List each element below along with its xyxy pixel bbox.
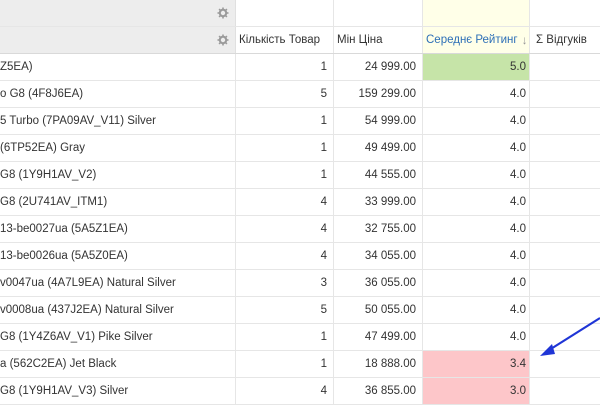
column-header-rating[interactable]: Середнє Рейтинг ↓ [423,27,530,53]
rating-cell: 4.0 [423,297,530,323]
price-cell: 33 999.00 [334,189,423,215]
qty-cell: 1 [236,351,334,377]
reviews-cell [530,108,600,134]
row-name-cell: 13-be0026ua (5A5Z0EA) [0,243,236,269]
header-filter-row [0,0,600,27]
rating-cell: 4.0 [423,108,530,134]
rating-cell: 4.0 [423,243,530,269]
row-header-area [0,0,236,26]
qty-cell: 1 [236,108,334,134]
qty-cell: 1 [236,162,334,188]
rating-cell: 4.0 [423,324,530,350]
price-cell: 24 999.00 [334,54,423,80]
row-name-cell: 13-be0027ua (5A5Z1EA) [0,216,236,242]
column-header-rating-label: Середнє Рейтинг [426,34,518,46]
row-name-cell: G8 (2U741AV_ITM1) [0,189,236,215]
row-name-cell: v0047ua (4A7L9EA) Natural Silver [0,270,236,296]
rating-cell: 4.0 [423,189,530,215]
header-filter-qty [236,0,334,26]
price-cell: 36 055.00 [334,270,423,296]
qty-cell: 1 [236,324,334,350]
qty-cell: 1 [236,135,334,161]
qty-cell: 4 [236,189,334,215]
qty-cell: 3 [236,270,334,296]
rating-cell: 4.0 [423,162,530,188]
price-cell: 18 888.00 [334,351,423,377]
table-row[interactable]: 13-be0026ua (5A5Z0EA) 4 34 055.00 4.0 [0,243,600,270]
column-header-reviews-label: Σ Відгуків [536,34,587,46]
table-row[interactable]: (6TP52EA) Gray 1 49 499.00 4.0 [0,135,600,162]
table-row[interactable]: 5 Turbo (7PA09AV_V11) Silver 1 54 999.00 4.… [0,108,600,135]
row-name-cell: a (562C2EA) Jet Black [0,351,236,377]
column-header-reviews[interactable]: Σ Відгуків [530,27,600,53]
price-cell: 44 555.00 [334,162,423,188]
table-row[interactable]: o G8 (4F8J6EA) 5 159 299.00 4.0 [0,81,600,108]
column-header-qty[interactable]: Кількість Товар [236,27,334,53]
price-cell: 50 055.00 [334,297,423,323]
rating-cell: 4.0 [423,135,530,161]
rating-cell: 4.0 [423,216,530,242]
price-cell: 159 299.00 [334,81,423,107]
row-name-cell: v0008ua (437J2EA) Natural Silver [0,297,236,323]
table-row[interactable]: G8 (1Y9H1AV_V3) Silver 4 36 855.00 3.0 [0,378,600,405]
row-name-cell: G8 (1Y9H1AV_V2) [0,162,236,188]
table-row[interactable]: Z5EA) 1 24 999.00 5.0 [0,54,600,81]
column-header-price[interactable]: Мін Ціна [334,27,423,53]
reviews-cell [530,216,600,242]
table-row[interactable]: v0047ua (4A7L9EA) Natural Silver 3 36 055.… [0,270,600,297]
table-row[interactable]: a (562C2EA) Jet Black 1 18 888.00 3.4 [0,351,600,378]
header-filter-rating [423,0,530,26]
reviews-cell [530,81,600,107]
row-name-cell: G8 (1Y4Z6AV_V1) Pike Silver [0,324,236,350]
gear-icon[interactable] [217,7,229,19]
price-cell: 54 999.00 [334,108,423,134]
reviews-cell [530,162,600,188]
header-filter-price [334,0,423,26]
table-row[interactable]: v0008ua (437J2EA) Natural Silver 5 50 055.… [0,297,600,324]
price-cell: 32 755.00 [334,216,423,242]
reviews-cell [530,270,600,296]
rating-cell: 4.0 [423,270,530,296]
reviews-cell [530,378,600,404]
qty-cell: 4 [236,378,334,404]
pivot-table: Кількість Товар Мін Ціна Середнє Рейтинг… [0,0,600,405]
price-cell: 47 499.00 [334,324,423,350]
qty-cell: 1 [236,54,334,80]
column-header-qty-label: Кількість Товар [239,34,321,46]
rating-cell: 4.0 [423,81,530,107]
table-row[interactable]: G8 (2U741AV_ITM1) 4 33 999.00 4.0 [0,189,600,216]
qty-cell: 4 [236,243,334,269]
reviews-cell [530,54,600,80]
reviews-cell [530,135,600,161]
row-header-area-2 [0,27,236,53]
table-row[interactable]: G8 (1Y9H1AV_V2) 1 44 555.00 4.0 [0,162,600,189]
rating-cell: 5.0 [423,54,530,80]
row-name-cell: 5 Turbo (7PA09AV_V11) Silver [0,108,236,134]
qty-cell: 4 [236,216,334,242]
row-name-cell: Z5EA) [0,54,236,80]
qty-cell: 5 [236,297,334,323]
header-row: Кількість Товар Мін Ціна Середнє Рейтинг… [0,27,600,54]
price-cell: 34 055.00 [334,243,423,269]
table-row[interactable]: 13-be0027ua (5A5Z1EA) 4 32 755.00 4.0 [0,216,600,243]
reviews-cell [530,189,600,215]
rating-cell: 3.4 [423,351,530,377]
annotation-arrow [540,317,600,356]
sort-down-icon: ↓ [521,33,528,47]
table-row[interactable]: G8 (1Y4Z6AV_V1) Pike Silver 1 47 499.00 4.0 [0,324,600,351]
column-header-price-label: Мін Ціна [337,34,383,46]
gear-icon[interactable] [217,34,229,46]
row-name-cell: o G8 (4F8J6EA) [0,81,236,107]
row-name-cell: G8 (1Y9H1AV_V3) Silver [0,378,236,404]
rating-cell: 3.0 [423,378,530,404]
qty-cell: 5 [236,81,334,107]
row-name-cell: (6TP52EA) Gray [0,135,236,161]
price-cell: 36 855.00 [334,378,423,404]
header-filter-reviews [530,0,600,26]
price-cell: 49 499.00 [334,135,423,161]
reviews-cell [530,243,600,269]
